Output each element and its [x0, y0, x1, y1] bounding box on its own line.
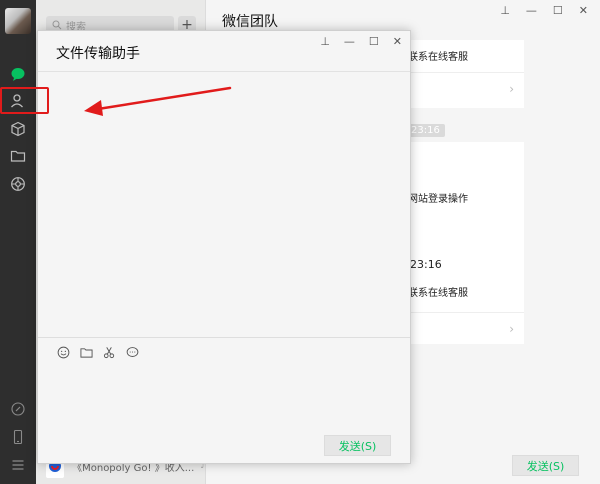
toolbar — [56, 345, 139, 359]
file-transfer-window: 文件传输助手 ⊥ — ☐ ✕ 发送(S) — [37, 30, 411, 464]
highlight-box — [0, 87, 49, 114]
scissors-icon[interactable] — [102, 345, 116, 359]
chat-title: 微信团队 — [222, 14, 278, 30]
popup-window-controls: ⊥ — ☐ ✕ — [320, 35, 402, 48]
message-text: 联系在线客服 — [408, 288, 468, 299]
pin-icon[interactable]: ⊥ — [320, 35, 330, 48]
phone-icon[interactable] — [8, 427, 28, 447]
sidebar — [0, 0, 36, 484]
emoji-icon[interactable] — [56, 345, 70, 359]
box-icon[interactable] — [8, 119, 28, 139]
moments-icon[interactable] — [8, 174, 28, 194]
window-title: 文件传输助手 — [56, 46, 140, 62]
chevron-right-icon: › — [509, 82, 514, 96]
message-text: 联系在线客服 — [408, 52, 468, 63]
chevron-right-icon: › — [509, 322, 514, 336]
send-button[interactable]: 发送(S) — [512, 455, 579, 476]
avatar[interactable] — [5, 8, 31, 34]
link-icon[interactable] — [8, 399, 28, 419]
minimize-icon[interactable]: — — [526, 4, 537, 17]
message-time: 23:16 — [410, 258, 442, 271]
minimize-icon[interactable]: — — [344, 35, 355, 48]
maximize-icon[interactable]: ☐ — [369, 35, 379, 48]
divider — [38, 71, 410, 72]
timestamp: 23:16 — [406, 124, 445, 137]
chat-bubble-icon[interactable] — [125, 345, 139, 359]
message-text: 网站登录操作 — [408, 194, 468, 205]
pin-icon[interactable]: ⊥ — [500, 4, 510, 17]
close-icon[interactable]: ✕ — [393, 35, 402, 48]
send-button[interactable]: 发送(S) — [324, 435, 391, 456]
close-icon[interactable]: ✕ — [579, 4, 588, 17]
maximize-icon[interactable]: ☐ — [553, 4, 563, 17]
folder-icon[interactable] — [8, 146, 28, 166]
menu-icon[interactable] — [8, 455, 28, 475]
folder-icon[interactable] — [79, 345, 93, 359]
search-icon — [52, 20, 62, 30]
chat-icon[interactable] — [8, 64, 28, 84]
divider — [38, 337, 410, 338]
window-controls: ⊥ — ☐ ✕ — [500, 4, 588, 17]
